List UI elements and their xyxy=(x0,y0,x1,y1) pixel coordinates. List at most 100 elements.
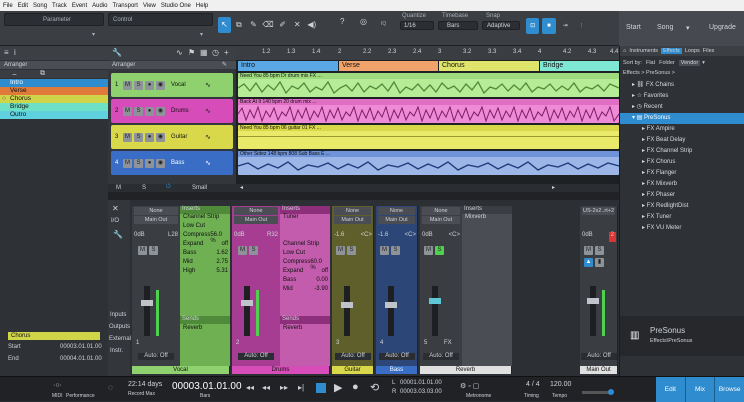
external-label[interactable]: External xyxy=(109,336,131,342)
record-icon[interactable]: ● xyxy=(145,80,154,90)
event-vocal[interactable]: Need You 85 bpm Dr drum mix FX ... xyxy=(238,73,619,97)
list-item[interactable]: ▸ FX Mixverb xyxy=(620,179,744,190)
chevron-down-icon[interactable]: ▾ xyxy=(92,31,95,38)
mute-button[interactable]: M xyxy=(123,158,132,168)
monitor-icon[interactable]: ◉ xyxy=(156,158,165,168)
rewind-icon[interactable]: ◂◂ xyxy=(262,383,270,392)
list-item[interactable]: ▸ FX Tuner xyxy=(620,212,744,223)
volume-value[interactable]: 0dB xyxy=(582,232,593,242)
record-icon[interactable]: ● xyxy=(145,106,154,116)
insert-slot[interactable]: Tuner xyxy=(280,214,330,223)
insert-param[interactable]: Expand off xyxy=(180,241,230,250)
event-drums[interactable]: Back At It 140 bpm 20 drum mix ... xyxy=(238,99,619,123)
section-chorus[interactable]: ○ Chorus xyxy=(0,95,108,103)
insert-param[interactable]: Compress 56.0 % xyxy=(180,232,230,244)
sends-header[interactable]: Sends xyxy=(280,316,330,324)
info-icon[interactable]: ◎ xyxy=(360,17,367,26)
mute-button[interactable]: M xyxy=(123,80,132,90)
eraser-tool-icon[interactable]: ⌫ xyxy=(262,17,275,33)
arranger-block-bridge[interactable]: Bridge xyxy=(540,61,619,71)
track-name[interactable]: Vocal xyxy=(171,82,205,88)
input-select[interactable]: None xyxy=(234,207,278,215)
track-name[interactable]: Drums xyxy=(171,108,205,114)
list-item-selected[interactable]: ▾ ▤ PreSonus xyxy=(620,113,744,124)
track-size-select[interactable]: Small xyxy=(192,185,207,191)
solo-button[interactable]: S xyxy=(134,158,143,168)
mute-button[interactable]: M xyxy=(584,246,593,255)
split-view-icon[interactable]: ⫶ xyxy=(575,18,588,34)
timebase-select[interactable]: Bars xyxy=(438,21,478,30)
copy-icon[interactable]: ⧉ xyxy=(40,70,45,78)
list-item[interactable]: ▸ FX Flanger xyxy=(620,168,744,179)
menu-transport[interactable]: Transport xyxy=(113,3,138,9)
output-select[interactable]: Main Out xyxy=(134,216,178,224)
stop-icon[interactable] xyxy=(316,383,326,393)
clock-icon[interactable]: ◷ xyxy=(212,48,219,57)
start-button[interactable]: Start xyxy=(626,24,641,31)
add-track-icon[interactable]: + xyxy=(224,48,229,57)
global-mute[interactable]: M xyxy=(116,185,121,191)
list-item[interactable]: ▸ FX Phaser xyxy=(620,190,744,201)
pan-value[interactable]: <C> xyxy=(449,232,460,242)
chevron-down-icon[interactable]: ▾ xyxy=(200,31,203,38)
channel-name[interactable]: Reverb xyxy=(420,366,511,374)
paint-tool-icon[interactable]: ✐ xyxy=(276,17,289,33)
split-tool-icon[interactable]: ✎ xyxy=(247,17,260,33)
volume-value[interactable]: -1.6 xyxy=(378,232,388,242)
chevron-left-icon[interactable]: ◂ xyxy=(240,184,243,191)
event-guitar[interactable]: Need You 85 bpm 06 guitar 01 FX ... xyxy=(238,125,619,149)
menu-studio-one[interactable]: Studio One xyxy=(161,3,191,9)
quantize-select[interactable]: 1/16 xyxy=(400,21,434,30)
monitor-icon[interactable]: ◉ xyxy=(156,132,165,142)
insert-slot[interactable]: Channel Strip xyxy=(180,214,230,223)
tab-instruments[interactable]: Instruments xyxy=(629,48,658,54)
menu-help[interactable]: Help xyxy=(196,3,208,9)
pencil-icon[interactable]: ✎ xyxy=(222,61,227,68)
volume-value[interactable]: 0dB xyxy=(234,232,245,242)
menu-audio[interactable]: Audio xyxy=(92,3,107,9)
insert-param[interactable]: Expand off xyxy=(280,268,330,277)
volume-value[interactable]: 0dB xyxy=(134,232,145,242)
channel-name[interactable]: Main Out xyxy=(580,366,617,374)
record-icon[interactable]: ● xyxy=(352,381,359,393)
remove-icon[interactable]: − xyxy=(12,70,17,79)
sort-folder[interactable]: Folder xyxy=(659,60,675,66)
solo-button[interactable]: S xyxy=(595,246,604,255)
pan-value[interactable]: <C> xyxy=(361,232,372,242)
volume-fader[interactable] xyxy=(385,302,397,308)
track-guitar[interactable]: 3 M S ● ◉ Guitar ∿ xyxy=(111,125,233,149)
sends-header[interactable]: Sends xyxy=(180,316,230,324)
insert-param[interactable]: Mid -3.90 xyxy=(280,286,330,295)
solo-button[interactable]: S xyxy=(149,246,158,255)
list-item[interactable]: ▸ FX Beat Delay xyxy=(620,135,744,146)
end-value[interactable]: 00004.01.01.00 xyxy=(60,356,102,362)
global-solo[interactable]: S xyxy=(142,185,146,191)
ruler[interactable]: 1.2 1.3 1.4 2 2.2 2.3 2.4 3 3.2 3.3 3.4 … xyxy=(236,46,619,60)
section-bridge[interactable]: Bridge xyxy=(0,103,108,111)
inserts-header[interactable]: Inserts xyxy=(462,206,512,214)
inserts-header[interactable]: Inserts xyxy=(180,206,230,214)
speaker-tool-icon[interactable]: ◀) xyxy=(305,17,318,33)
record-icon[interactable]: ● xyxy=(145,132,154,142)
record-icon[interactable]: ● xyxy=(145,158,154,168)
solo-button[interactable]: S xyxy=(391,246,400,255)
mute-button[interactable]: M xyxy=(380,246,389,255)
list-item[interactable]: ▸ ◷ Recent xyxy=(620,102,744,113)
inserts-header[interactable]: Inserts xyxy=(280,206,330,214)
section-intro[interactable]: Intro xyxy=(0,79,108,87)
volume-fader[interactable] xyxy=(429,298,441,304)
menu-song[interactable]: Song xyxy=(33,3,47,9)
loop-icon[interactable]: ⟲ xyxy=(370,381,379,394)
solo-button[interactable]: S xyxy=(134,80,143,90)
solo-button[interactable]: S xyxy=(134,132,143,142)
volume-knob[interactable] xyxy=(608,389,614,395)
track-name[interactable]: Guitar xyxy=(171,134,205,140)
volume-fader[interactable] xyxy=(241,300,253,306)
channel-name[interactable]: Bass xyxy=(376,366,417,374)
snap-toggle-icon[interactable]: ⊡ xyxy=(526,18,540,34)
send-slot[interactable]: Reverb xyxy=(280,325,330,333)
mute-button[interactable]: M xyxy=(238,246,247,255)
help-icon[interactable]: ? xyxy=(340,17,344,26)
inputs-label[interactable]: Inputs xyxy=(110,312,126,318)
range-tool-icon[interactable]: ⧉ xyxy=(233,17,246,33)
